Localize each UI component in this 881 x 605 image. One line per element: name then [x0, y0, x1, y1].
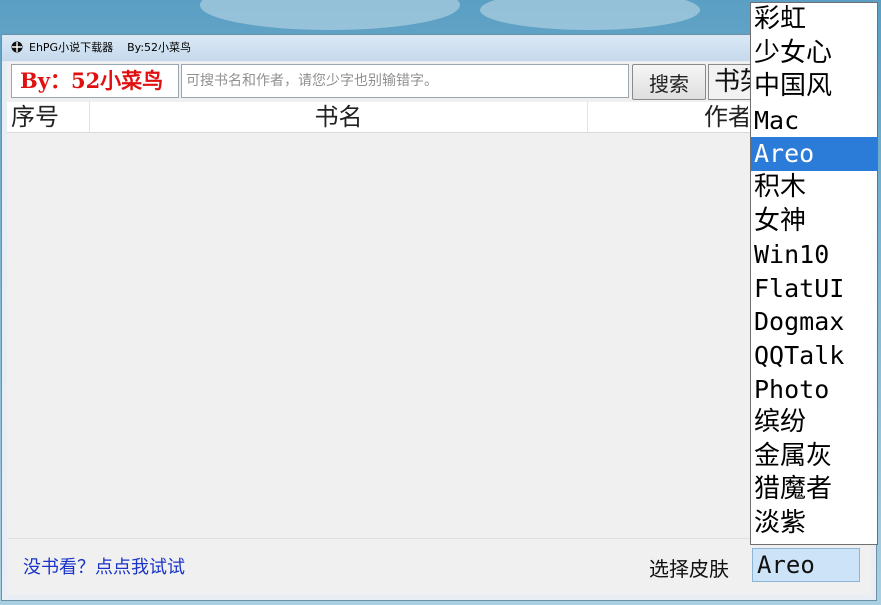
skin-option[interactable]: 彩虹 [751, 3, 877, 37]
skin-option[interactable]: 淡紫 [751, 507, 877, 541]
window-title: EhPG小说下载器 By:52小菜鸟 [29, 41, 192, 54]
skin-option[interactable]: 缤纷 [751, 406, 877, 440]
skin-option[interactable]: 金属灰 [751, 440, 877, 474]
search-input[interactable] [181, 64, 629, 98]
skin-option-selected[interactable]: Areo [751, 137, 877, 171]
client-area: By：52小菜鸟 搜索 书架 序号 书名 作者 没书看？点点我试试 选择皮肤 A… [7, 62, 871, 595]
skin-select[interactable]: Areo [752, 548, 860, 582]
random-book-link[interactable]: 没书看？点点我试试 [23, 553, 185, 579]
skin-option[interactable]: 猎魔者 [751, 473, 877, 507]
skin-option[interactable]: Win10 [751, 238, 877, 272]
skin-option[interactable]: 积木 [751, 171, 877, 205]
skin-option[interactable]: Dogmax [751, 305, 877, 339]
status-bar: 没书看？点点我试试 选择皮肤 Areo [7, 538, 871, 595]
skin-option[interactable]: Photo [751, 373, 877, 407]
toolbar: By：52小菜鸟 搜索 书架 [7, 62, 871, 102]
skin-option[interactable]: FlatUI [751, 272, 877, 306]
skin-option[interactable]: 中国风 [751, 70, 877, 104]
book-table[interactable]: 序号 书名 作者 [7, 102, 871, 540]
search-button[interactable]: 搜索 [632, 64, 706, 100]
skin-option[interactable]: Mac [751, 104, 877, 138]
desktop-cloud [480, 0, 700, 30]
table-header: 序号 书名 作者 [7, 102, 871, 133]
skin-option[interactable]: 女神 [751, 205, 877, 239]
desktop-cloud [200, 0, 460, 30]
column-header-title[interactable]: 书名 [90, 102, 588, 132]
app-icon [11, 41, 23, 53]
title-bar[interactable]: EhPG小说下载器 By:52小菜鸟 [2, 35, 876, 61]
column-header-author[interactable]: 作者 [588, 102, 748, 132]
app-window: EhPG小说下载器 By:52小菜鸟 By：52小菜鸟 搜索 书架 序号 书名 … [1, 34, 877, 601]
skin-option[interactable]: 少女心 [751, 37, 877, 71]
skin-dropdown-list[interactable]: 彩虹 少女心 中国风 Mac Areo 积木 女神 Win10 FlatUI D… [750, 2, 878, 545]
skin-option[interactable]: QQTalk [751, 339, 877, 373]
brand-label: By：52小菜鸟 [11, 64, 179, 98]
column-header-seq[interactable]: 序号 [7, 102, 90, 132]
skin-label: 选择皮肤 [649, 557, 729, 581]
